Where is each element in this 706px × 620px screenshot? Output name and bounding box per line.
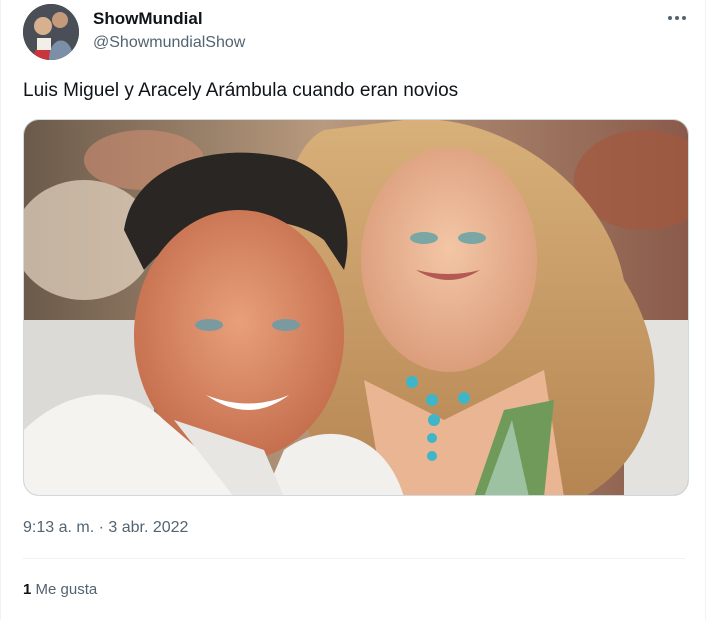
likes-count: 1 [23, 581, 32, 598]
likes-label: Me gusta [35, 581, 98, 598]
likes-link[interactable]: 1 Me gusta [23, 580, 97, 600]
avatar-image [23, 4, 79, 60]
photo-image [24, 120, 688, 495]
divider [23, 558, 685, 559]
author-handle[interactable]: @ShowmundialShow [93, 33, 245, 53]
tweet-photo[interactable] [23, 119, 689, 496]
tweet-timestamp[interactable]: 9:13 a. m. · 3 abr. 2022 [23, 517, 188, 539]
tweet-text: Luis Miguel y Aracely Arámbula cuando er… [23, 80, 459, 101]
author-avatar[interactable] [23, 4, 79, 60]
author-display-name[interactable]: ShowMundial [93, 9, 245, 29]
more-horizontal-icon [668, 16, 686, 20]
more-options-button[interactable] [659, 6, 695, 30]
author-info: ShowMundial @ShowmundialShow [93, 9, 245, 53]
tweet-card: ShowMundial @ShowmundialShow Luis Miguel… [0, 0, 706, 620]
